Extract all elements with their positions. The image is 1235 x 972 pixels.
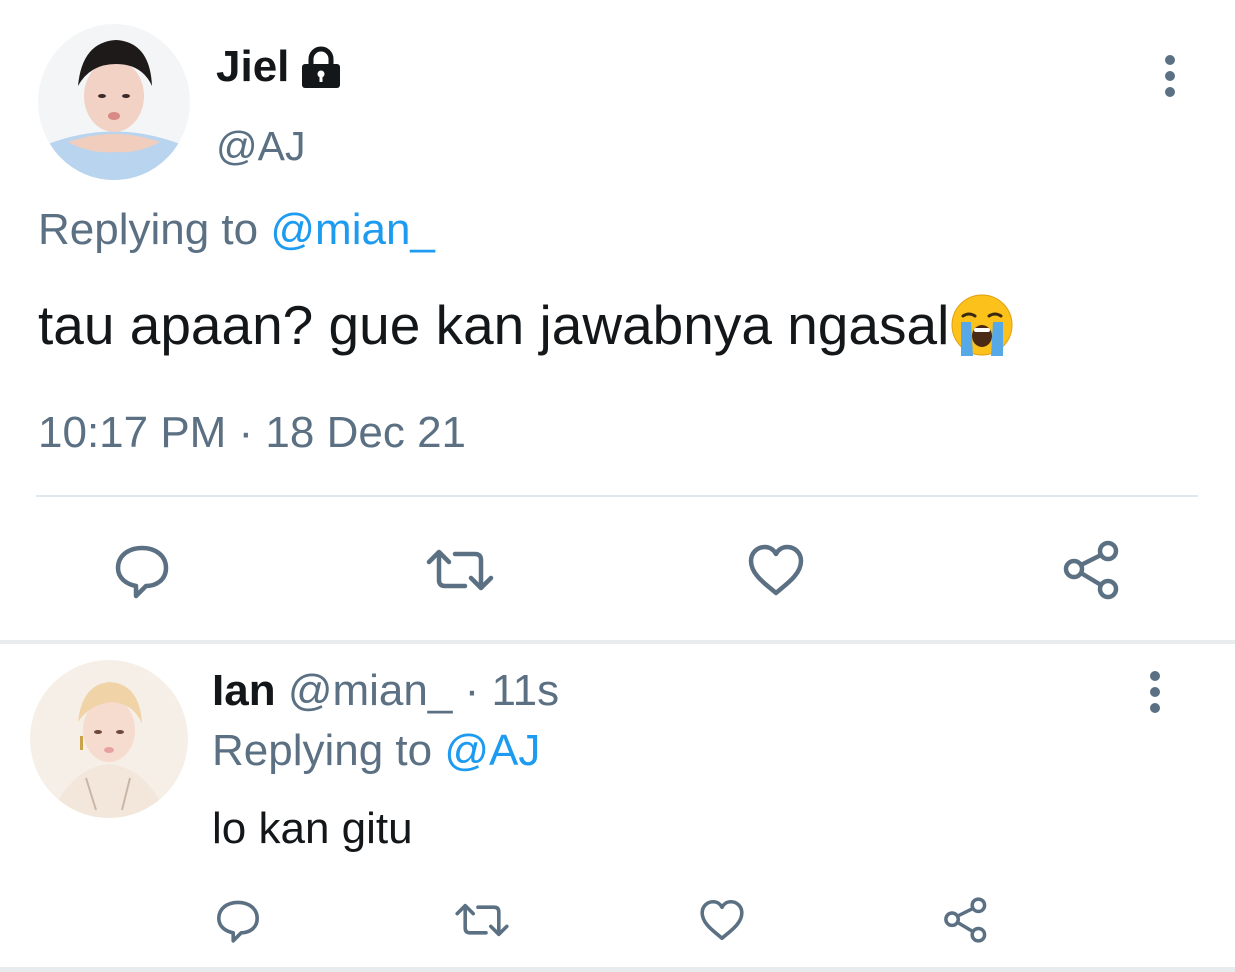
tweet-text: tau apaan? gue kan jawabnya ngasal: [38, 290, 1015, 360]
replying-prefix: Replying to: [38, 205, 259, 254]
heart-icon[interactable]: [696, 894, 748, 946]
reply-icon[interactable]: [212, 894, 264, 946]
share-icon[interactable]: [1060, 538, 1124, 602]
crying-emoji-icon: [949, 292, 1015, 358]
section-separator: [0, 640, 1235, 644]
retweet-icon[interactable]: [452, 894, 512, 946]
avatar[interactable]: [38, 24, 190, 180]
more-vertical-icon[interactable]: [1135, 668, 1175, 716]
share-icon[interactable]: [940, 894, 992, 946]
handle[interactable]: @mian_: [288, 666, 453, 715]
replying-to-link[interactable]: @AJ: [444, 726, 540, 775]
replying-prefix: Replying to: [212, 726, 433, 775]
timestamp[interactable]: 10:17 PM · 18 Dec 21: [38, 405, 466, 461]
replying-to: Replying to @mian_: [38, 202, 435, 258]
heart-icon[interactable]: [744, 538, 808, 602]
retweet-icon[interactable]: [425, 538, 495, 602]
lock-icon: [299, 45, 343, 89]
display-name[interactable]: Ian: [212, 666, 276, 715]
tweet-text: lo kan gitu: [212, 804, 413, 853]
more-vertical-icon[interactable]: [1150, 52, 1190, 100]
reply-icon[interactable]: [110, 538, 174, 602]
display-name-text: Jiel: [216, 42, 290, 91]
display-name[interactable]: Jiel: [216, 40, 343, 94]
tweet-text-content: tau apaan? gue kan jawabnya ngasal: [38, 294, 950, 356]
avatar[interactable]: [30, 660, 188, 818]
reply-header: Ian @mian_ · 11s: [212, 664, 559, 718]
handle[interactable]: @AJ: [216, 120, 305, 172]
divider: [36, 495, 1198, 497]
replying-to: Replying to @AJ: [212, 724, 540, 778]
time-ago[interactable]: · 11s: [465, 666, 560, 715]
section-separator: [0, 967, 1235, 972]
replying-to-link[interactable]: @mian_: [270, 205, 435, 254]
